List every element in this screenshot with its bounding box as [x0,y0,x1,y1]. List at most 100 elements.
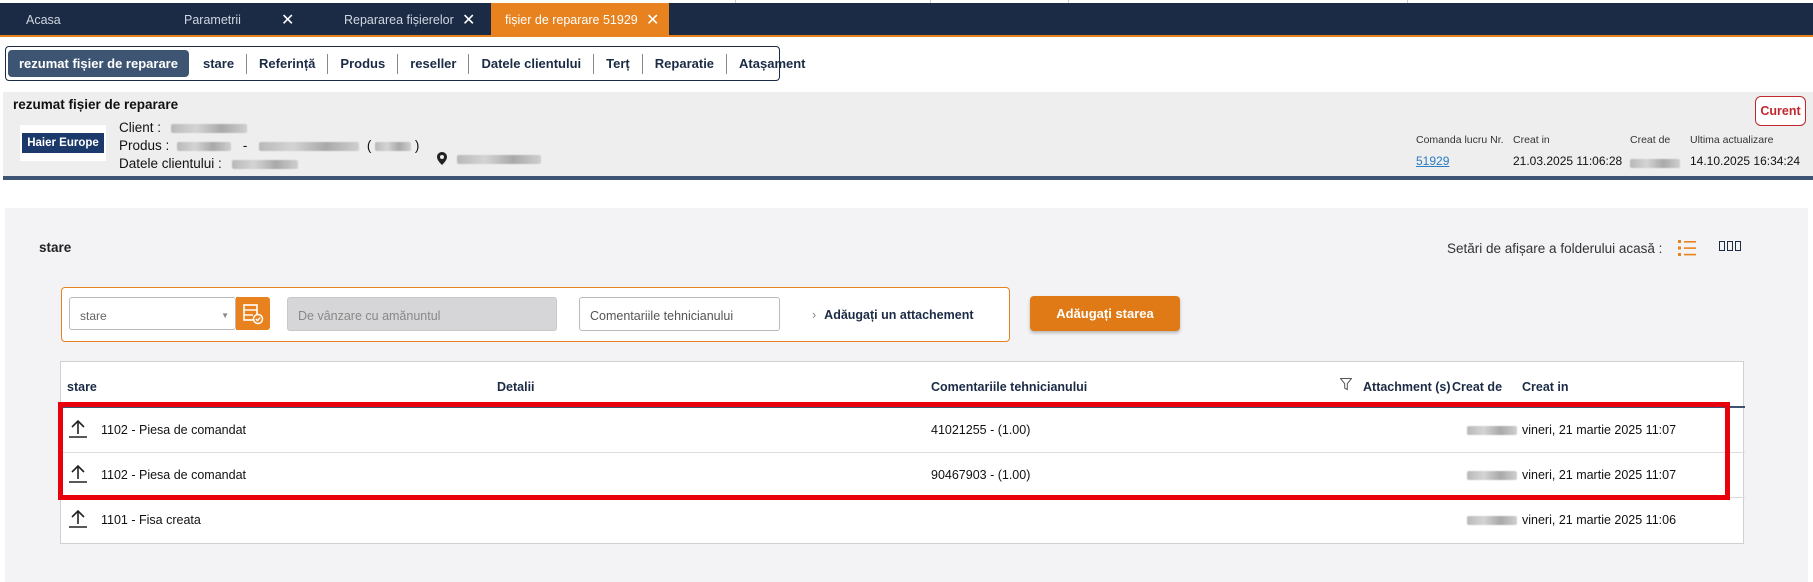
column-header-attachments[interactable]: Attachment (s) [1363,380,1451,394]
chevron-down-icon: ▼ [221,311,229,320]
redacted-created-by [1467,516,1517,526]
panel-title: stare [39,240,72,255]
client-line: Client : [119,120,247,135]
nav-customer-data[interactable]: Datele clientului [469,53,595,74]
nav-product[interactable]: Produs [328,53,399,74]
tab-label: Repararea fișierelor [344,12,454,27]
grid-cell [1727,241,1733,251]
cell-status: 1102 - Piesa de comandat [101,468,247,482]
client-label: Client : [119,120,162,135]
product-line: Produs : - ( ) [119,138,419,153]
redacted-created-by [1467,426,1517,436]
redacted-product-name [259,141,360,151]
redacted-created-by [1467,471,1517,481]
cell-comment: 90467903 - (1.00) [931,468,1031,482]
cell-created-by [1467,513,1517,527]
last-update-label: Ultima actualizare [1690,134,1774,146]
tab-label: Parametrii [184,12,241,27]
work-order-label: Comanda lucru Nr. [1416,134,1504,146]
product-label: Produs : [119,138,170,153]
grid-view-icon[interactable] [1719,241,1743,253]
grid-cell [1719,241,1725,251]
list-check-icon [243,303,264,324]
customer-data-label: Datele clientului : [119,156,222,171]
status-select-placeholder: stare [80,309,107,323]
add-attachment-label: Adăugați un attachement [824,308,974,322]
nav-repair[interactable]: Reparatie [643,53,728,74]
cell-created-in: vineri, 21 martie 2025 11:06 [1522,513,1677,527]
nav-repair-summary[interactable]: rezumat fișier de reparare [8,50,189,77]
top-tab-bar: Acasa Parametrii ✕ Repararea fișierelor … [0,0,1813,37]
status-picker-button[interactable] [236,297,270,330]
filter-icon[interactable] [1339,378,1353,394]
cell-created-in: vineri, 21 martie 2025 11:07 [1522,423,1677,437]
product-separator: - [242,138,248,153]
redacted-location [456,155,541,164]
cell-status: 1102 - Piesa de comandat [101,423,247,437]
list-view-icon-svg [1678,240,1696,256]
upload-arrow-icon [69,509,87,528]
column-header-details[interactable]: Detalii [497,380,535,394]
tab-repair-file-51929[interactable]: fișier de reparare 51929 ✕ [491,3,669,36]
list-view-icon[interactable] [1677,238,1697,258]
cell-created-by [1467,468,1517,482]
created-by-label: Creat de [1630,134,1671,146]
close-icon[interactable]: ✕ [462,10,475,30]
technician-comment-input[interactable]: Comentariile tehnicianului [579,297,780,331]
paren-open: ( [366,138,372,153]
cell-comment: 41021255 - (1.00) [931,423,1031,437]
nav-attachment[interactable]: Atașament [727,54,817,74]
last-update-value: 14.10.2025 16:34:24 [1690,154,1801,168]
nav-status[interactable]: stare [191,53,248,74]
column-header-status[interactable]: stare [67,380,97,394]
redacted-product-family [375,141,412,151]
cell-status: 1101 - Fisa creata [101,513,201,527]
created-by-value [1630,156,1680,170]
add-attachment-link[interactable]: › Adăugați un attachement [812,308,974,322]
table-row[interactable]: 1102 - Piesa de comandat 90467903 - (1.0… [61,453,1745,498]
work-order-link[interactable]: 51929 [1416,154,1449,168]
upload-arrow-icon [69,419,87,438]
close-icon[interactable]: ✕ [281,10,294,30]
filter-icon-svg [1339,378,1353,391]
nav-reference[interactable]: Referință [247,53,329,74]
grid-cell [1735,241,1741,251]
nav-third-party[interactable]: Terț [594,53,643,74]
paren-close: ) [414,138,420,153]
tab-repair-files[interactable]: Repararea fișierelor ✕ [344,3,478,36]
column-header-created-by[interactable]: Creat de [1452,380,1502,394]
retail-input: De vânzare cu amănuntul [287,297,557,331]
status-table: stare Detalii Comentariile tehnicianului… [60,361,1745,544]
status-select[interactable]: stare ▼ [69,297,236,330]
close-icon[interactable]: ✕ [646,10,659,30]
tab-label: Acasa [26,12,61,27]
status-badge: Curent [1755,96,1806,126]
tab-home[interactable]: Acasa [26,3,61,36]
redacted-product-code [177,141,232,151]
chevron-right-icon: › [812,308,817,322]
display-settings-label: Setări de afișare a folderului acasă : [1447,241,1663,256]
tab-parameters[interactable]: Parametrii ✕ [184,3,304,36]
repair-summary-header: rezumat fișier de reparare Haier Europe … [3,92,1813,180]
brand-logo-text: Haier Europe [22,133,104,153]
map-pin-icon-svg [437,152,447,165]
map-pin-icon [437,152,541,168]
tab-label: fișier de reparare 51929 [505,12,638,27]
redacted-client [170,123,247,133]
add-status-button[interactable]: Adăugați starea [1030,296,1180,331]
table-row[interactable]: 1101 - Fisa creata vineri, 21 martie 202… [61,498,1745,543]
upload-arrow-icon [69,464,87,483]
redacted-created-by [1630,159,1680,169]
table-row[interactable]: 1102 - Piesa de comandat 41021255 - (1.0… [61,408,1745,453]
summary-title: rezumat fișier de reparare [13,97,179,112]
nav-reseller[interactable]: reseller [398,53,470,74]
tab-bar-accent-line [0,35,1813,37]
created-in-value: 21.03.2025 11:06:28 [1513,154,1623,168]
created-in-label: Creat in [1513,134,1550,146]
brand-logo: Haier Europe [20,125,106,161]
redacted-customer [231,159,298,169]
column-header-technician-comments[interactable]: Comentariile tehnicianului [931,380,1087,394]
column-header-created-in[interactable]: Creat in [1522,380,1569,394]
customer-data-line: Datele clientului : [119,156,298,171]
cell-created-in: vineri, 21 martie 2025 11:07 [1522,468,1677,482]
